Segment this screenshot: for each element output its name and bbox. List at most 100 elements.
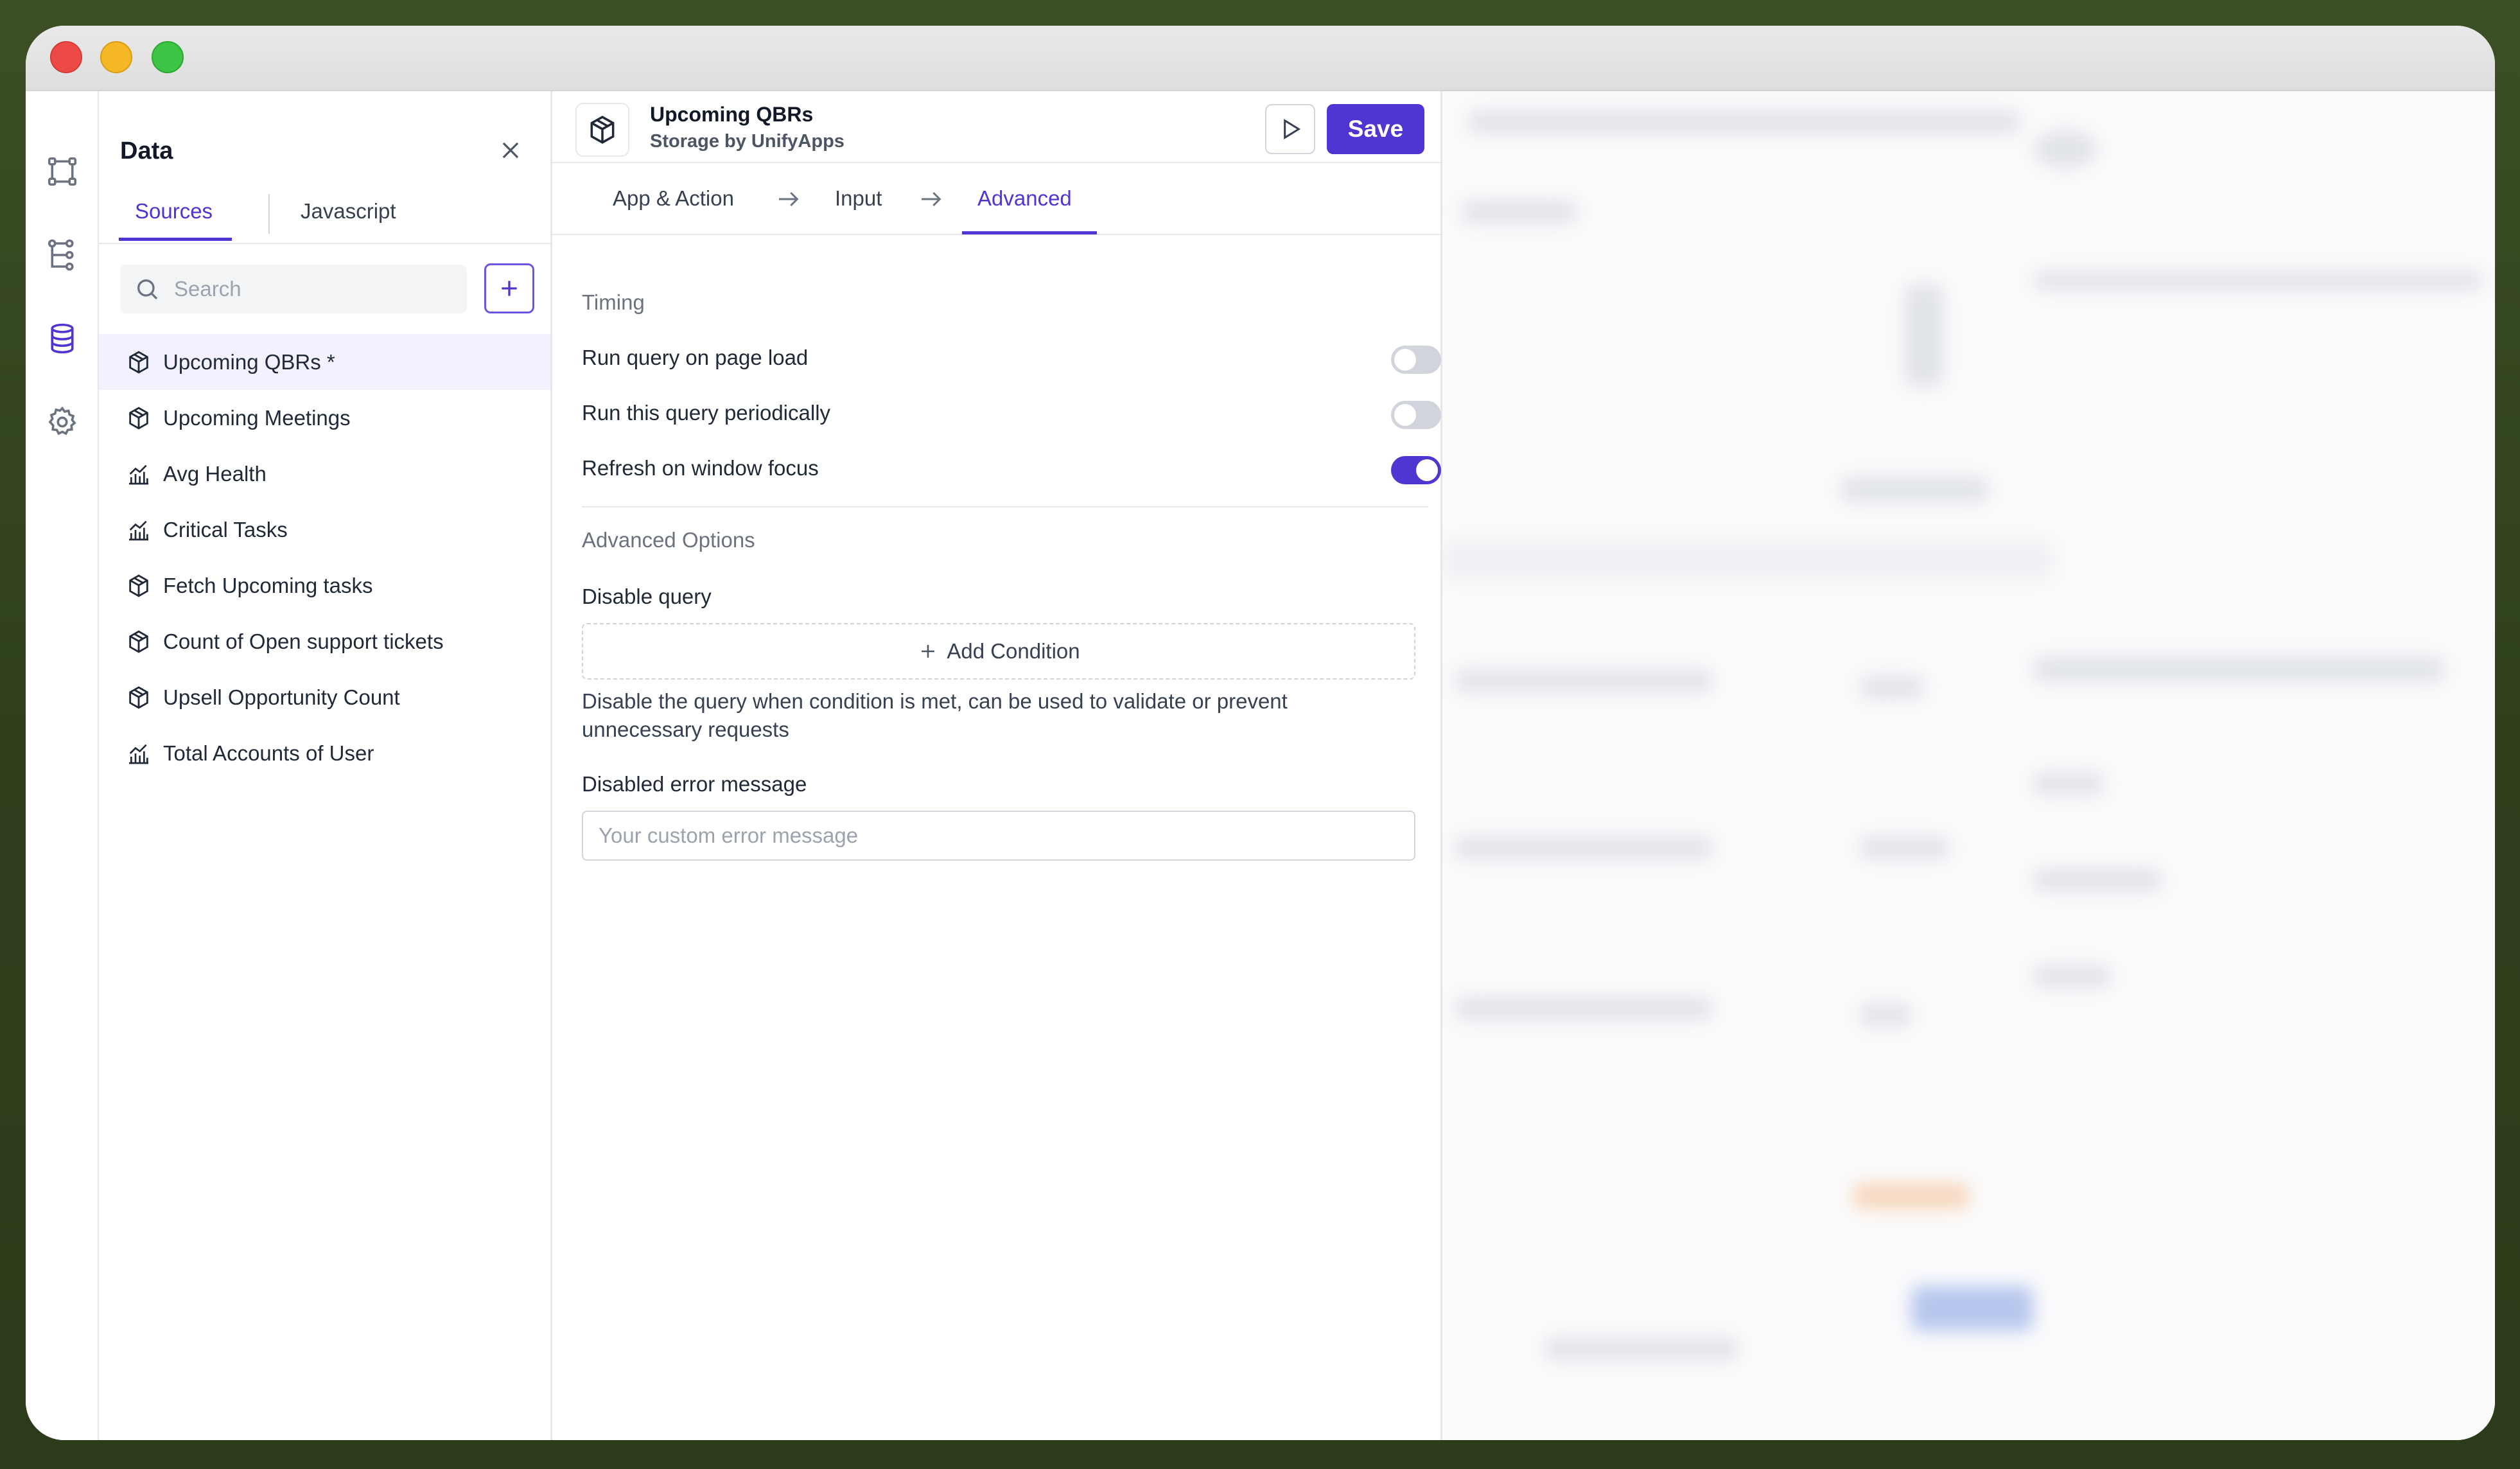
- step-input[interactable]: Input: [835, 186, 882, 211]
- step-app-action[interactable]: App & Action: [613, 186, 734, 211]
- blurred-block: [2033, 965, 2110, 988]
- cube-icon: [129, 686, 148, 708]
- data-panel-tabs: Sources Javascript: [99, 181, 550, 244]
- list-item-label: Upcoming QBRs *: [163, 349, 335, 374]
- list-item[interactable]: Upcoming Meetings: [99, 390, 550, 446]
- blurred-block: [2033, 868, 2162, 892]
- maximize-window-button[interactable]: [152, 41, 184, 73]
- query-editor: Upcoming QBRs Storage by UnifyApps Save …: [552, 91, 1442, 1440]
- rail-data-button[interactable]: [40, 316, 85, 361]
- section-divider: [582, 506, 1428, 507]
- data-panel: Data Sources Javascript Upcom: [99, 91, 552, 1440]
- active-step-indicator: [962, 231, 1097, 234]
- blurred-block: [1455, 836, 1712, 859]
- list-item-label: Critical Tasks: [163, 517, 288, 541]
- rail-canvas-button[interactable]: [40, 149, 85, 194]
- step-advanced[interactable]: Advanced: [977, 186, 1072, 211]
- bar-chart-icon: [129, 520, 148, 540]
- list-item-label: Avg Health: [163, 461, 267, 486]
- gear-icon: [48, 406, 76, 435]
- data-panel-title: Data: [120, 137, 173, 164]
- cube-icon: [590, 116, 615, 144]
- option-run-on-load-label: Run query on page load: [582, 346, 809, 369]
- bar-chart-icon: [129, 744, 148, 764]
- tab-sources[interactable]: Sources: [135, 199, 213, 224]
- close-icon: [502, 142, 519, 159]
- cube-icon: [129, 407, 148, 429]
- list-item[interactable]: Upsell Opportunity Count: [99, 669, 550, 725]
- close-panel-button[interactable]: [495, 135, 526, 166]
- tab-divider: [268, 194, 270, 234]
- tab-javascript[interactable]: Javascript: [301, 199, 396, 224]
- option-refresh-focus-label: Refresh on window focus: [582, 456, 819, 480]
- app-preview-backdrop: [1442, 91, 2495, 1440]
- list-item-label: Count of Open support tickets: [163, 629, 444, 653]
- plus-icon: [922, 645, 935, 658]
- disable-query-help: Disable the query when condition is met,…: [582, 689, 1288, 741]
- error-message-input[interactable]: [582, 811, 1415, 861]
- blurred-block: [1853, 1183, 1969, 1209]
- list-item[interactable]: Total Accounts of User: [99, 725, 550, 781]
- query-type-badge: [575, 103, 629, 157]
- editor-header: Upcoming QBRs Storage by UnifyApps Save: [552, 91, 1440, 163]
- timing-heading: Timing: [582, 290, 645, 314]
- list-item[interactable]: Avg Health: [99, 446, 550, 502]
- list-item[interactable]: Count of Open support tickets: [99, 613, 550, 669]
- list-item[interactable]: Fetch Upcoming tasks: [99, 558, 550, 613]
- blurred-block: [1905, 284, 1943, 387]
- app-window: Data Sources Javascript Upcom: [26, 26, 2495, 1440]
- blurred-block: [1860, 1003, 1911, 1026]
- toggle-knob: [1394, 349, 1416, 371]
- error-message-label: Disabled error message: [582, 772, 807, 796]
- cube-icon: [129, 574, 148, 597]
- search-box: [120, 265, 467, 313]
- save-button[interactable]: Save: [1327, 104, 1424, 154]
- rail-settings-button[interactable]: [40, 400, 85, 444]
- cube-icon: [129, 351, 148, 373]
- run-query-button[interactable]: [1265, 104, 1315, 154]
- blurred-block: [1462, 200, 1577, 224]
- arrow-right-icon: [922, 191, 941, 207]
- add-source-button[interactable]: [484, 263, 534, 313]
- plus-icon: [502, 281, 517, 296]
- blurred-block: [2033, 772, 2104, 795]
- run-on-load-toggle[interactable]: [1391, 346, 1441, 374]
- blurred-block: [2033, 130, 2097, 168]
- blurred-block: [1442, 541, 2052, 579]
- blurred-block: [2033, 271, 2483, 290]
- query-title: Upcoming QBRs: [650, 103, 814, 126]
- search-icon: [137, 279, 158, 300]
- add-condition-button[interactable]: Add Condition: [582, 623, 1415, 680]
- left-rail: [26, 91, 99, 1440]
- blurred-block: [1468, 110, 2020, 134]
- blurred-block: [1911, 1286, 2033, 1331]
- query-subtitle: Storage by UnifyApps: [650, 131, 844, 152]
- play-icon: [1284, 118, 1301, 140]
- search-input[interactable]: [174, 265, 457, 313]
- blurred-block: [1455, 997, 1712, 1020]
- blurred-block: [1860, 836, 1950, 859]
- bar-chart-icon: [129, 464, 148, 484]
- refresh-on-focus-toggle[interactable]: [1391, 456, 1441, 484]
- frame-icon: [48, 157, 77, 186]
- blurred-block: [1841, 477, 1988, 502]
- database-icon: [51, 323, 74, 354]
- editor-steps: App & Action Input Advanced: [552, 163, 1440, 235]
- list-item-label: Upsell Opportunity Count: [163, 685, 400, 709]
- minimize-window-button[interactable]: [100, 41, 132, 73]
- cube-icon: [129, 630, 148, 653]
- toggle-knob: [1394, 404, 1416, 426]
- close-window-button[interactable]: [50, 41, 82, 73]
- run-periodically-toggle[interactable]: [1391, 401, 1441, 429]
- window-titlebar: [26, 26, 2495, 91]
- active-tab-indicator: [119, 238, 232, 241]
- tree-icon: [48, 239, 74, 271]
- list-item[interactable]: Critical Tasks: [99, 502, 550, 558]
- rail-tree-button[interactable]: [40, 233, 85, 277]
- list-item-label: Total Accounts of User: [163, 741, 374, 765]
- list-item-label: Upcoming Meetings: [163, 405, 351, 430]
- blurred-block: [2033, 656, 2444, 682]
- sources-list: Upcoming QBRs * Upcoming Meetings Avg He…: [99, 334, 550, 781]
- list-item[interactable]: Upcoming QBRs *: [99, 334, 550, 390]
- arrow-right-icon: [779, 191, 799, 207]
